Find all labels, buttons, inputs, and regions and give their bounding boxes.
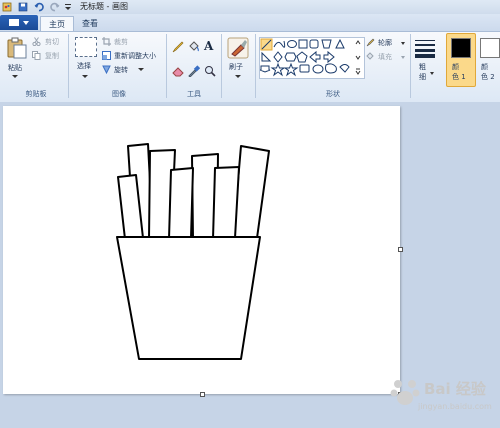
chevron-down-icon[interactable] — [401, 42, 405, 45]
window-title: 无标题 - 画图 — [80, 2, 128, 11]
brushes-button[interactable]: 刷子 — [229, 62, 243, 72]
fill-bucket-icon[interactable] — [188, 41, 200, 53]
clipboard-group-label: 剪贴板 — [25, 90, 47, 98]
copy-button[interactable]: 复制 — [45, 51, 59, 61]
color2-swatch[interactable] — [480, 38, 500, 58]
fill-icon[interactable] — [366, 52, 375, 61]
ribbon-divider — [166, 34, 167, 98]
paste-icon[interactable] — [6, 37, 28, 59]
fill-button[interactable]: 填充 — [378, 52, 392, 62]
rotate-button[interactable]: 旋转 — [114, 65, 128, 75]
chevron-down-icon[interactable] — [138, 68, 144, 71]
brush-icon[interactable] — [227, 37, 249, 59]
resize-button[interactable]: 重新调整大小 — [114, 51, 156, 61]
rotate-icon[interactable] — [102, 65, 111, 75]
fries-box — [116, 236, 261, 360]
chevron-down-icon[interactable] — [82, 75, 88, 78]
select-icon[interactable] — [75, 37, 97, 57]
paint-menu-icon — [9, 19, 19, 26]
ribbon-divider — [68, 34, 69, 98]
pencil-icon[interactable] — [172, 41, 184, 53]
undo-icon[interactable] — [34, 2, 44, 12]
shapes-gallery-scroll[interactable] — [355, 38, 361, 76]
chevron-down-icon[interactable] — [401, 56, 405, 59]
canvas-resize-handle-bottom[interactable] — [200, 392, 205, 397]
paint-menu-button[interactable] — [0, 15, 38, 30]
tab-view[interactable]: 查看 — [75, 16, 105, 31]
ribbon-divider — [410, 34, 411, 98]
tools-group-label: 工具 — [187, 90, 201, 98]
fry-stick — [212, 166, 240, 240]
text-tool-icon[interactable]: A — [204, 40, 216, 52]
shapes-gallery — [259, 37, 365, 79]
line-size-icon[interactable] — [414, 38, 436, 58]
canvas-resize-handle-right[interactable] — [398, 247, 403, 252]
crop-button[interactable]: 裁剪 — [114, 37, 128, 47]
watermark-url: jingyan.baidu.com — [418, 402, 492, 411]
resize-icon[interactable] — [102, 51, 111, 60]
chevron-down-icon[interactable] — [12, 75, 18, 78]
redo-icon[interactable] — [50, 2, 60, 12]
save-icon[interactable] — [18, 2, 28, 12]
shapes-group-label: 形状 — [326, 90, 340, 98]
select-button[interactable]: 选择 — [77, 61, 91, 71]
ribbon-divider — [255, 34, 256, 98]
tab-home[interactable]: 主页 — [40, 16, 74, 32]
french-fries-drawing — [116, 143, 270, 360]
paint-app-icon[interactable] — [2, 2, 12, 12]
watermark-text: Bai 经验 — [424, 380, 486, 398]
magnifier-icon[interactable] — [204, 65, 216, 77]
color1-swatch[interactable] — [451, 38, 471, 58]
scissors-icon[interactable] — [32, 37, 41, 47]
color1-label: 颜 色 1 — [452, 63, 466, 81]
watermark: Bai 经验 jingyan.baidu.com — [384, 372, 496, 422]
cut-button[interactable]: 剪切 — [45, 37, 59, 47]
crop-icon[interactable] — [102, 37, 111, 46]
chevron-down-icon[interactable] — [235, 75, 241, 78]
paw-logo-icon — [390, 380, 420, 405]
customize-toolbar-dropdown-icon[interactable] — [64, 2, 74, 12]
color2-label: 颜 色 2 — [481, 63, 495, 81]
color-picker-icon[interactable] — [188, 65, 201, 78]
outline-button[interactable]: 轮廓 — [378, 38, 392, 48]
image-group-label: 图像 — [112, 90, 126, 98]
outline-icon[interactable] — [366, 38, 375, 47]
title-bar: 无标题 - 画图 — [0, 0, 500, 15]
chevron-down-icon[interactable] — [430, 72, 434, 75]
fry-stick — [168, 167, 194, 240]
drawing-canvas[interactable] — [3, 106, 400, 394]
ribbon-divider — [221, 34, 222, 98]
chevron-down-icon — [23, 21, 29, 25]
copy-icon[interactable] — [32, 51, 41, 60]
eraser-icon[interactable] — [172, 65, 184, 77]
paste-button[interactable]: 粘贴 — [8, 63, 22, 73]
